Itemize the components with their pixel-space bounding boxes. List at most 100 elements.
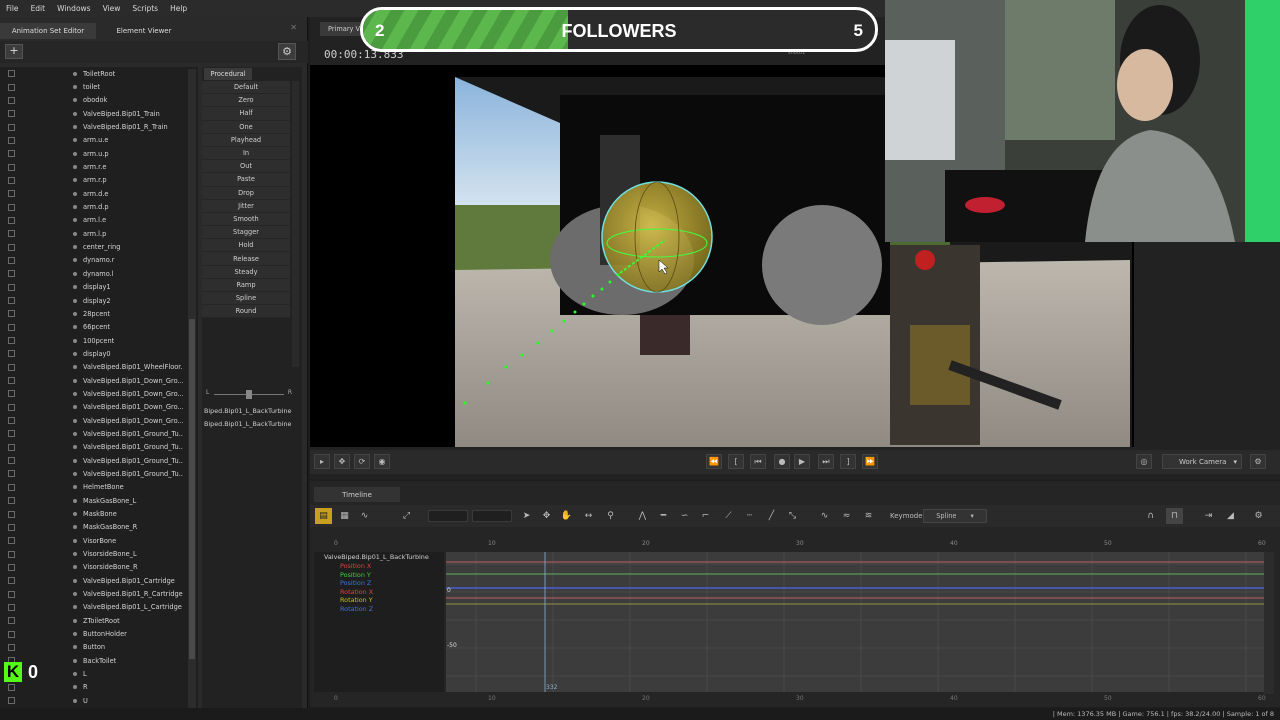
tree-item[interactable]: arm.u.e (0, 134, 198, 147)
panel-close-icon[interactable]: ✕ (290, 23, 297, 32)
tree-item[interactable]: dynamo.l (0, 267, 198, 280)
tree-item[interactable]: ValveBiped.Bip01_R_Cartridge (0, 587, 198, 600)
procedural-zero-button[interactable]: Zero (202, 94, 290, 108)
layer-icon[interactable]: ▦ (336, 508, 353, 524)
procedural-stagger-button[interactable]: Stagger (202, 226, 290, 240)
tree-item[interactable]: ValveBiped.Bip01_Ground_Tu... (0, 427, 198, 440)
procedural-steady-button[interactable]: Steady (202, 265, 290, 279)
visibility-checkbox[interactable] (8, 497, 15, 505)
visibility-checkbox[interactable] (8, 337, 15, 345)
camera-settings-icon[interactable]: ◎ (1136, 454, 1152, 469)
visibility-checkbox[interactable] (8, 417, 15, 425)
procedural-jitter-button[interactable]: Jitter (202, 199, 290, 213)
tree-item[interactable]: 100pcent (0, 334, 198, 347)
keymode-dropdown[interactable]: Spline ▾ (923, 509, 987, 523)
visibility-checkbox[interactable] (8, 297, 15, 305)
rewind-icon[interactable]: ⏪ (706, 454, 722, 469)
add-button[interactable]: + (5, 44, 23, 59)
tangent-free-icon[interactable]: ⤡ (784, 508, 801, 524)
timeline-ruler-bottom[interactable]: 0 10 20 30 40 50 60 (312, 695, 1266, 705)
visibility-checkbox[interactable] (8, 483, 15, 491)
tree-item[interactable]: arm.r.p (0, 174, 198, 187)
visibility-checkbox[interactable] (8, 203, 15, 211)
visibility-checkbox[interactable] (8, 430, 15, 438)
visibility-checkbox[interactable] (8, 523, 15, 531)
selected-bone-label[interactable]: Biped.Bip01_L_BackTurbine (204, 407, 292, 418)
rotate-tool-icon[interactable]: ⟳ (354, 454, 370, 469)
menu-windows[interactable]: Windows (51, 4, 96, 13)
procedural-playhead-button[interactable]: Playhead (202, 133, 290, 147)
tree-item[interactable]: arm.r.e (0, 160, 198, 173)
tangent-flat-icon[interactable]: ━ (655, 508, 672, 524)
play-icon[interactable]: ▶ (794, 454, 810, 469)
visibility-checkbox[interactable] (8, 590, 15, 598)
procedural-drop-button[interactable]: Drop (202, 186, 290, 200)
procedural-in-button[interactable]: In (202, 146, 290, 161)
visibility-checkbox[interactable] (8, 470, 15, 478)
visibility-checkbox[interactable] (8, 350, 15, 358)
visibility-checkbox[interactable] (8, 577, 15, 585)
procedural-half-button[interactable]: Half (202, 107, 290, 121)
procedural-smooth-button[interactable]: Smooth (202, 212, 290, 227)
channel-label[interactable]: Position X (340, 562, 371, 570)
visibility-checkbox[interactable] (8, 377, 15, 385)
visibility-checkbox[interactable] (8, 96, 15, 104)
gear-icon[interactable]: ⚙ (1250, 454, 1266, 469)
tree-scrollbar[interactable] (188, 69, 196, 719)
visibility-checkbox[interactable] (8, 283, 15, 291)
visibility-checkbox[interactable] (8, 510, 15, 518)
scale-tool-icon[interactable]: ◉ (374, 454, 390, 469)
tangent-linear-icon[interactable]: ⟋ (720, 508, 737, 524)
tree-item[interactable]: MaskBone (0, 507, 198, 520)
visibility-checkbox[interactable] (8, 270, 15, 278)
tree-item[interactable]: display2 (0, 294, 198, 307)
menu-file[interactable]: File (0, 4, 25, 13)
end-time-field[interactable] (472, 510, 512, 522)
tree-item[interactable]: display0 (0, 347, 198, 360)
jump-end-icon[interactable]: ⇥ (1200, 508, 1217, 524)
step-back-icon[interactable]: ⏮ (750, 454, 766, 469)
tree-item[interactable]: ValveBiped.Bip01_WheelFloor... (0, 361, 198, 374)
tree-item[interactable]: obodok (0, 94, 198, 107)
channel-label[interactable]: Rotation X (340, 588, 373, 596)
snap-icon[interactable]: ⊓ (1166, 508, 1183, 524)
visibility-checkbox[interactable] (8, 310, 15, 318)
tab-animation-set-editor[interactable]: Animation Set Editor (0, 23, 96, 39)
procedural-paste-button[interactable]: Paste (202, 173, 290, 187)
visibility-checkbox[interactable] (8, 537, 15, 545)
visibility-checkbox[interactable] (8, 390, 15, 398)
procedural-round-button[interactable]: Round (202, 305, 290, 319)
visibility-checkbox[interactable] (8, 403, 15, 411)
next-key-icon[interactable]: ] (840, 454, 856, 469)
track-root-label[interactable]: ValveBiped.Bip01_L_BackTurbine (324, 553, 429, 561)
timeline-graph[interactable] (446, 552, 1264, 692)
visibility-checkbox[interactable] (8, 216, 15, 224)
tree-item[interactable]: 28pcent (0, 307, 198, 320)
procedural-scrollbar[interactable] (292, 81, 299, 367)
tree-item[interactable]: toilet (0, 80, 198, 93)
visibility-checkbox[interactable] (8, 70, 15, 78)
tree-item[interactable]: ToiletRoot (0, 67, 198, 80)
balance-slider[interactable]: L R (206, 389, 292, 399)
tree-item[interactable]: ValveBiped.Bip01_Down_Gro... (0, 387, 198, 400)
procedural-release-button[interactable]: Release (202, 252, 290, 266)
visibility-checkbox[interactable] (8, 563, 15, 571)
tangent-broken-icon[interactable]: ┄ (741, 508, 758, 524)
visibility-checkbox[interactable] (8, 110, 15, 118)
tree-item[interactable]: ValveBiped.Bip01_Cartridge (0, 574, 198, 587)
tree-item[interactable]: ValveBiped.Bip01_Down_Gro... (0, 401, 198, 414)
curve-bounce-icon[interactable]: ≈ (838, 508, 855, 524)
tree-item[interactable]: MaskGasBone_R (0, 521, 198, 534)
camera-dropdown[interactable]: Work Camera ▾ (1162, 454, 1242, 469)
fast-forward-icon[interactable]: ⏩ (862, 454, 878, 469)
visibility-checkbox[interactable] (8, 617, 15, 625)
visibility-checkbox[interactable] (8, 550, 15, 558)
tree-item[interactable]: center_ring (0, 240, 198, 253)
tree-item[interactable]: ValveBiped.Bip01_R_Train (0, 120, 198, 133)
visibility-checkbox[interactable] (8, 136, 15, 144)
tree-scroll-thumb[interactable] (189, 319, 195, 659)
move-icon[interactable]: ✥ (538, 508, 555, 524)
tangent-weighted-icon[interactable]: ╱ (763, 508, 780, 524)
tree-item[interactable]: VisorsideBone_R (0, 561, 198, 574)
visibility-checkbox[interactable] (8, 230, 15, 238)
